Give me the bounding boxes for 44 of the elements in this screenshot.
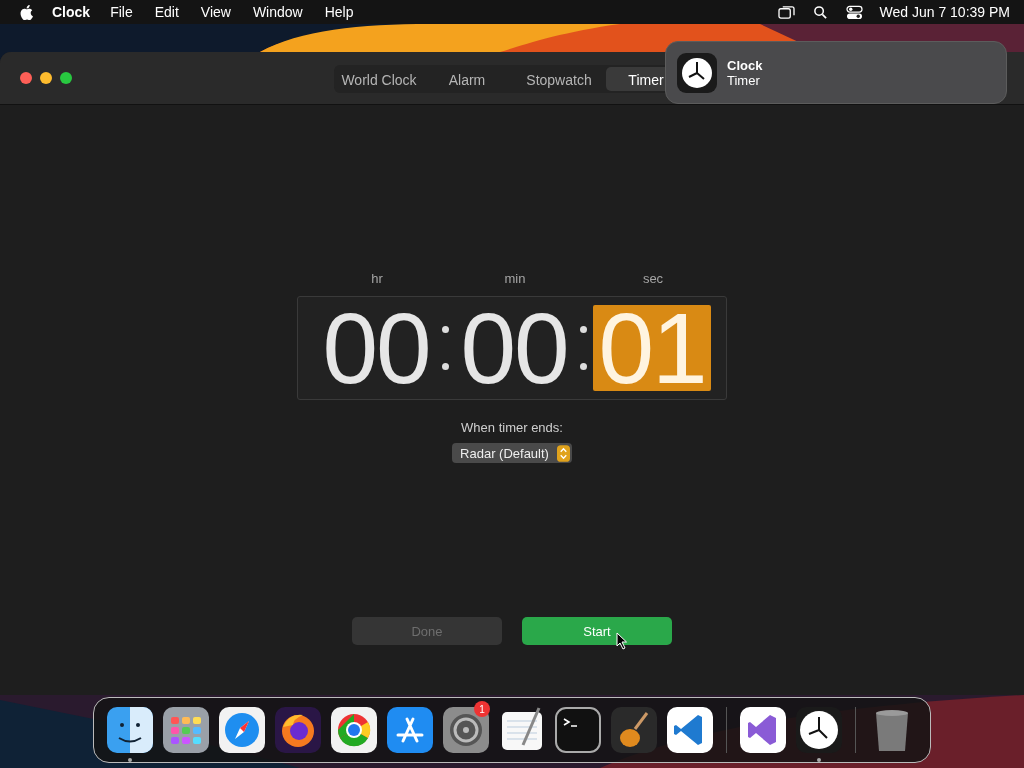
clock-app-icon[interactable] [796,707,842,753]
minimize-button[interactable] [40,72,52,84]
menu-item[interactable]: View [200,4,231,20]
sound-popup[interactable]: Radar (Default) [452,443,572,463]
settings-app-icon[interactable] [443,707,489,753]
terminal-app-icon[interactable] [555,707,601,753]
time-field[interactable]: 00 [455,305,573,391]
garageband-app-icon[interactable] [611,707,657,753]
visualstudio-app-icon[interactable] [740,707,786,753]
app-menu[interactable]: Clock [52,4,91,20]
clock-icon [677,52,717,93]
control-center-icon[interactable] [845,4,863,20]
tab[interactable]: Stopwatch [512,67,606,91]
vscode-app-icon[interactable] [667,707,713,753]
menu-item[interactable]: File [110,4,133,20]
stepper-icon [556,444,570,462]
apple-logo-icon[interactable] [20,4,33,20]
windows-icon[interactable] [777,4,795,20]
time-field[interactable]: 00 [317,305,435,391]
unit-label: hr [370,271,384,286]
tab[interactable]: Alarm [422,67,512,91]
search-icon[interactable] [811,4,829,20]
notification-banner[interactable]: Clock Timer [665,41,1007,104]
zoom-button[interactable] [60,72,72,84]
notification-badge: 1 [474,701,490,717]
close-button[interactable] [20,72,32,84]
menu-item[interactable]: Edit [154,4,179,20]
sound-label: When timer ends: [461,420,563,435]
safari-app-icon[interactable] [219,707,265,753]
unit-label: sec [641,271,665,286]
textedit-app-icon[interactable] [499,707,545,753]
menu-item[interactable]: Window [252,4,303,20]
appstore-app-icon[interactable] [387,707,433,753]
launchpad-app-icon[interactable] [163,707,209,753]
menu-item[interactable]: Help [324,4,354,20]
menu-bar-clock[interactable]: Wed Jun 7 10:39 PM [879,4,1010,20]
unit-label: min [503,271,527,286]
mouse-pointer-icon [616,632,628,650]
firefox-app-icon[interactable] [275,707,321,753]
notification-title: Clock [727,57,763,73]
tab[interactable]: World Clock [336,67,422,91]
notification-message: Timer [727,72,761,88]
finder-app-icon[interactable] [107,707,153,753]
chrome-app-icon[interactable] [331,707,377,753]
